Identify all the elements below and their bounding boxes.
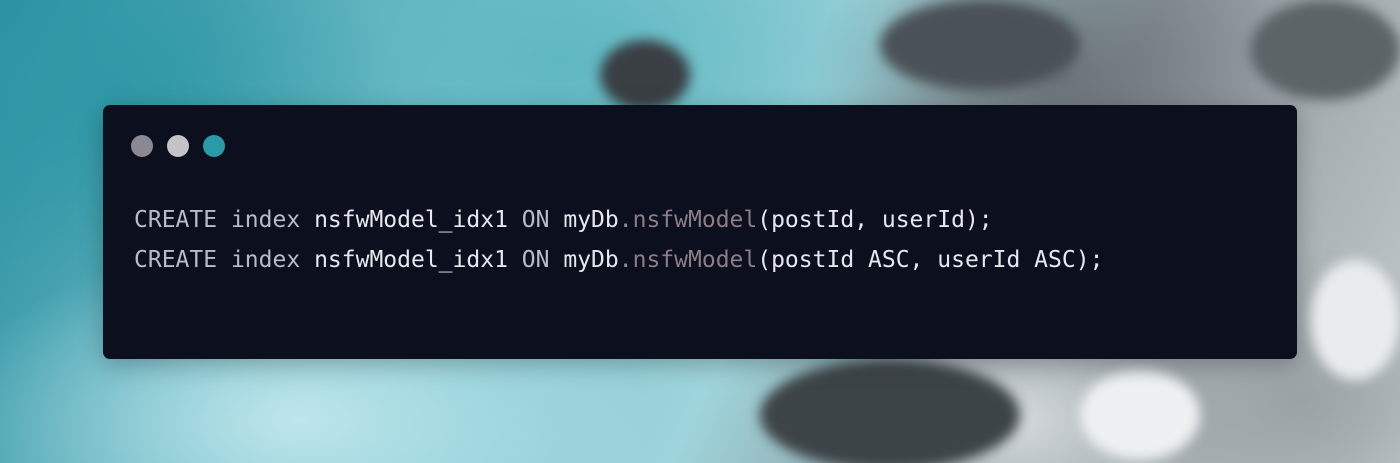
code-token-ws: [217, 207, 231, 233]
window-controls: [131, 135, 225, 157]
code-token-ws: [508, 207, 522, 233]
code-token-kw: ON: [521, 247, 550, 273]
code-line: CREATE index nsfwModel_idx1 ON myDb.nsfw…: [134, 200, 1103, 240]
blossom: [1080, 370, 1200, 460]
code-token-ws: [550, 247, 564, 273]
code-token-kw: index: [230, 247, 301, 273]
code-token-ws: [300, 207, 314, 233]
maximize-dot-icon[interactable]: [203, 135, 225, 157]
code-token-member: nsfwModel: [632, 247, 758, 273]
code-token-member: nsfwModel: [632, 207, 758, 233]
code-line: CREATE index nsfwModel_idx1 ON myDb.nsfw…: [134, 240, 1103, 280]
close-dot-icon[interactable]: [131, 135, 153, 157]
code-token-id: (postId, userId);: [757, 207, 993, 233]
code-token-id: myDb: [563, 247, 619, 273]
code-token-punct: .: [618, 247, 633, 273]
code-token-kw: CREATE: [134, 207, 218, 233]
branch-silhouette: [1250, 0, 1400, 100]
minimize-dot-icon[interactable]: [167, 135, 189, 157]
code-token-kw: CREATE: [134, 247, 218, 273]
code-token-id: nsfwModel_idx1: [314, 207, 508, 233]
code-token-ws: [508, 247, 522, 273]
code-token-ws: [550, 207, 564, 233]
code-block: CREATE index nsfwModel_idx1 ON myDb.nsfw…: [134, 200, 1103, 280]
code-token-punct: .: [618, 207, 633, 233]
code-token-ws: [217, 247, 231, 273]
code-token-id: myDb: [563, 207, 619, 233]
branch-silhouette: [760, 360, 1020, 463]
code-token-id: (postId ASC, userId ASC);: [757, 247, 1104, 273]
code-token-id: nsfwModel_idx1: [314, 247, 508, 273]
code-token-ws: [300, 247, 314, 273]
blossom: [1310, 260, 1400, 380]
branch-silhouette: [880, 0, 1080, 90]
branch-silhouette: [600, 40, 690, 110]
code-token-kw: ON: [521, 207, 550, 233]
code-token-kw: index: [230, 207, 301, 233]
